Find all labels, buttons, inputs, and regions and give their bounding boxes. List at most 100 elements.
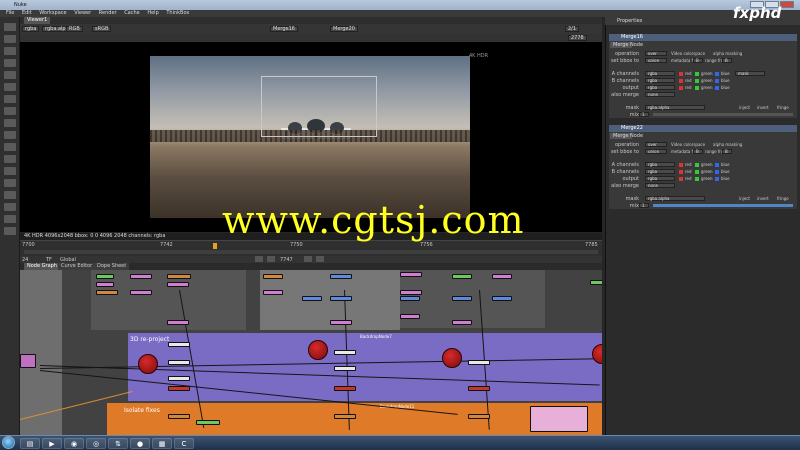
particles-tool-icon[interactable] (4, 167, 16, 175)
node-reformat[interactable] (20, 354, 36, 368)
set-bbox-dropdown[interactable]: union (645, 58, 667, 63)
node[interactable] (130, 274, 152, 279)
node[interactable] (400, 296, 420, 301)
keyer-tool-icon[interactable] (4, 95, 16, 103)
menu-render[interactable]: Render (99, 10, 117, 16)
draw-tool-icon[interactable] (4, 35, 16, 43)
node[interactable] (96, 290, 118, 295)
node[interactable] (334, 350, 356, 355)
node-group[interactable] (530, 406, 588, 432)
mask-dropdown[interactable]: rgba.alpha (645, 105, 705, 110)
mix-slider[interactable] (653, 113, 793, 116)
transform-tool-icon[interactable] (4, 119, 16, 127)
node-graph-canvas[interactable]: 3D re-project BackdropNode7 Isolate fixe… (20, 270, 602, 435)
range-from-dropdown[interactable]: B (722, 58, 732, 63)
menu-file[interactable]: File (6, 10, 14, 16)
node[interactable] (196, 420, 220, 425)
range-from-dropdown[interactable]: B (722, 149, 732, 154)
fringe-check[interactable]: fringe (777, 105, 789, 111)
node[interactable] (492, 296, 512, 301)
merge22-tab-node[interactable]: Node (627, 133, 646, 139)
blue-check[interactable] (715, 72, 719, 76)
node[interactable] (168, 376, 190, 381)
node[interactable] (167, 282, 189, 287)
metadata-tool-icon[interactable] (4, 155, 16, 163)
go-start-icon[interactable] (255, 256, 263, 262)
timeline[interactable]: 7700 7742 7750 7756 7785 (20, 240, 602, 256)
metadata-from-dropdown[interactable]: B (693, 149, 703, 154)
other-tool-icon[interactable] (4, 191, 16, 199)
video-colorspace-check[interactable]: Video colorspace (671, 51, 705, 57)
channels-dropdown[interactable]: rgba (22, 26, 40, 32)
node[interactable] (330, 320, 352, 325)
output-dropdown[interactable]: rgba (645, 176, 675, 181)
close-button[interactable] (780, 1, 794, 8)
operation-dropdown[interactable]: over (645, 142, 667, 147)
channel-tool-icon[interactable] (4, 59, 16, 67)
node-sphere-1[interactable] (138, 354, 158, 374)
red-check[interactable] (679, 163, 683, 167)
taskbar-media-icon[interactable]: ▶ (42, 438, 62, 449)
go-end-icon[interactable] (316, 256, 324, 262)
node[interactable] (130, 290, 152, 295)
node[interactable] (452, 274, 472, 279)
node[interactable] (330, 274, 352, 279)
play-forward-icon[interactable] (304, 256, 312, 262)
merge22-title[interactable]: Merge22 (609, 125, 797, 132)
also-merge-dropdown[interactable]: none (645, 92, 675, 97)
color-tool-icon[interactable] (4, 71, 16, 79)
mix-field[interactable]: 1 (639, 112, 649, 117)
green-check[interactable] (695, 177, 699, 181)
blue-check[interactable] (715, 79, 719, 83)
inject-check[interactable]: inject (739, 196, 750, 202)
node[interactable] (168, 414, 190, 419)
alpha-masking-check[interactable]: alpha masking (713, 142, 742, 148)
menu-thinkbox[interactable]: ThinkBox (166, 10, 189, 16)
tab-dope-sheet[interactable]: Dope Sheet (94, 263, 130, 270)
3d-tool-icon[interactable] (4, 131, 16, 139)
node[interactable] (263, 290, 283, 295)
blue-check[interactable] (715, 177, 719, 181)
menu-viewer[interactable]: Viewer (74, 10, 91, 16)
taskbar-nuke-icon[interactable]: ● (130, 438, 150, 449)
toolsets-tool-icon[interactable] (4, 179, 16, 187)
blue-check[interactable] (715, 170, 719, 174)
input-a-dropdown[interactable]: Merge16 (270, 26, 298, 32)
input-b-dropdown[interactable]: Merge20 (330, 26, 358, 32)
node[interactable] (492, 274, 512, 279)
furnace-tool-icon[interactable] (4, 203, 16, 211)
menu-cache[interactable]: Cache (124, 10, 140, 16)
node[interactable] (400, 290, 422, 295)
taskbar-chrome-icon[interactable]: ◎ (86, 438, 106, 449)
alpha-masking-check[interactable]: alpha masking (713, 51, 742, 57)
merge16-tab-node[interactable]: Node (627, 42, 646, 48)
frame-field[interactable]: 2/1 (565, 26, 580, 32)
image-tool-icon[interactable] (4, 23, 16, 31)
views-tool-icon[interactable] (4, 143, 16, 151)
taskbar-search-icon[interactable]: C (174, 438, 194, 449)
menu-workspace[interactable]: Workspace (39, 10, 66, 16)
mix-field[interactable]: 1 (639, 203, 649, 208)
invert-check[interactable]: invert (757, 196, 769, 202)
node[interactable] (452, 296, 472, 301)
node[interactable] (334, 414, 356, 419)
red-check[interactable] (679, 86, 683, 90)
tab-viewer1[interactable]: Viewer1 (24, 17, 51, 24)
green-check[interactable] (695, 79, 699, 83)
colorspace-dropdown[interactable]: RGB (66, 26, 83, 32)
node[interactable] (167, 274, 191, 279)
node[interactable] (468, 414, 490, 419)
node[interactable] (168, 386, 190, 391)
green-check[interactable] (695, 163, 699, 167)
video-colorspace-check[interactable]: Video colorspace (671, 142, 705, 148)
node[interactable] (468, 386, 490, 391)
also-merge-dropdown[interactable]: none (645, 183, 675, 188)
menu-edit[interactable]: Edit (22, 10, 32, 16)
red-check[interactable] (679, 79, 683, 83)
invert-check[interactable]: invert (757, 105, 769, 111)
filter-tool-icon[interactable] (4, 83, 16, 91)
output-dropdown[interactable]: rgba (645, 85, 675, 90)
metadata-from-dropdown[interactable]: B (693, 58, 703, 63)
green-check[interactable] (695, 72, 699, 76)
node-sphere-2[interactable] (308, 340, 328, 360)
